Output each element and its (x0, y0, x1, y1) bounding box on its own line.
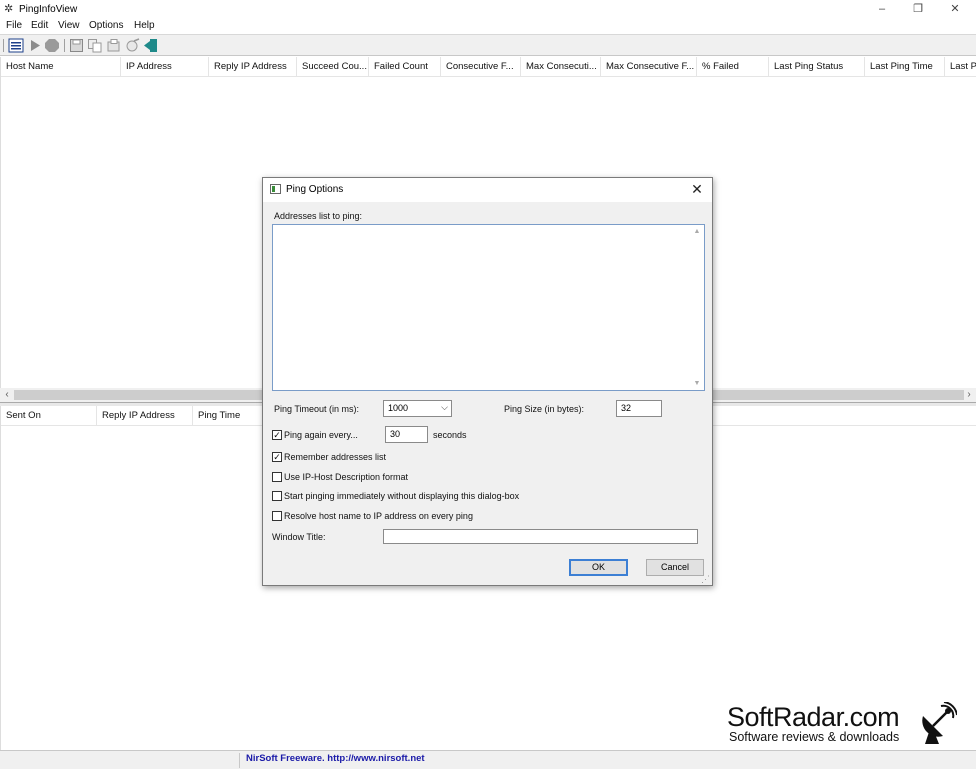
start-immediately-label: Start pinging immediately without displa… (284, 491, 520, 501)
html-report-icon[interactable] (106, 38, 122, 53)
checkmark-icon: ✓ (273, 452, 281, 462)
menu-file[interactable]: File (6, 20, 22, 31)
chevron-down-icon: ⌵ (441, 402, 448, 412)
window-title-field[interactable] (383, 529, 698, 544)
properties-icon[interactable] (8, 38, 24, 53)
timeout-value: 1000 (388, 403, 409, 413)
scroll-right-icon[interactable]: › (962, 388, 976, 402)
ping-again-label: Ping again every... (284, 430, 358, 440)
addresses-label: Addresses list to ping: (274, 211, 363, 221)
iphost-label: Use IP-Host Description format (284, 472, 409, 482)
ping-icon[interactable] (125, 38, 141, 53)
satellite-dish-icon (922, 702, 957, 744)
resize-grip-icon[interactable]: ⋰ (701, 574, 711, 584)
remember-checkbox[interactable]: ✓ (272, 452, 282, 462)
timeout-label: Ping Timeout (in ms): (274, 404, 360, 414)
column-sent-on[interactable]: Sent On (1, 406, 97, 425)
timeout-select[interactable]: 1000 ⌵ (383, 400, 452, 417)
copy-icon[interactable] (87, 38, 103, 53)
cancel-button[interactable]: Cancel (646, 559, 704, 576)
column-last-ping-status[interactable]: Last Ping Status (769, 57, 865, 76)
status-cell (0, 753, 240, 768)
watermark-name: SoftRadar.com (727, 702, 900, 732)
results-column-header: Host Name IP Address Reply IP Address Su… (1, 57, 976, 77)
dialog-title: Ping Options (286, 184, 344, 195)
ping-again-checkbox[interactable]: ✓ (272, 430, 282, 440)
column-ip-address[interactable]: IP Address (121, 57, 209, 76)
column-reply-ip-address[interactable]: Reply IP Address (209, 57, 297, 76)
dialog-close-icon[interactable]: ✕ (688, 180, 706, 198)
window-title-label: Window Title: (272, 532, 326, 542)
restore-button[interactable]: ❐ (910, 2, 926, 16)
toolbar (0, 34, 976, 56)
toolbar-separator (64, 39, 65, 52)
resolve-host-checkbox[interactable] (272, 511, 282, 521)
column-max-consecutive-failed[interactable]: Max Consecutive F... (601, 57, 697, 76)
column-last-ping-time[interactable]: Last Ping Time (865, 57, 945, 76)
column-host-name[interactable]: Host Name (1, 57, 121, 76)
ping-again-field[interactable]: 30 (385, 426, 428, 443)
resolve-host-label: Resolve host name to IP address on every… (284, 511, 473, 521)
remember-label: Remember addresses list (284, 452, 387, 462)
dialog-title-bar: Ping Options ✕ (263, 178, 712, 202)
title-bar: ✲ PingInfoView – ❐ ✕ (0, 0, 976, 19)
ping-options-dialog: Ping Options ✕ Addresses list to ping: ▲… (262, 177, 713, 586)
textarea-scrollbar[interactable]: ▲ ▼ (690, 225, 704, 390)
save-icon[interactable] (69, 38, 85, 53)
network-tools-icon: ✲ (4, 3, 14, 15)
exit-icon[interactable] (143, 38, 159, 53)
column-consecutive-failed[interactable]: Consecutive F... (441, 57, 521, 76)
watermark-tagline: Software reviews & downloads (729, 730, 900, 744)
status-bar: NirSoft Freeware. http://www.nirsoft.net (0, 750, 976, 769)
column-max-consecutive[interactable]: Max Consecuti... (521, 57, 601, 76)
iphost-checkbox[interactable] (272, 472, 282, 482)
start-immediately-checkbox[interactable] (272, 491, 282, 501)
window-title: PingInfoView (19, 4, 78, 15)
column-ping-time[interactable]: Ping Time (193, 406, 273, 425)
toolbar-separator (3, 39, 4, 52)
ok-button[interactable]: OK (569, 559, 628, 576)
addresses-textarea[interactable]: ▲ ▼ (272, 224, 705, 391)
menu-options[interactable]: Options (89, 20, 123, 31)
column-failed-count[interactable]: Failed Count (369, 57, 441, 76)
scroll-up-icon[interactable]: ▲ (690, 228, 704, 235)
scroll-down-icon[interactable]: ▼ (690, 380, 704, 387)
menu-bar: File Edit View Options Help (0, 19, 976, 34)
stop-icon[interactable] (44, 38, 60, 53)
watermark: SoftRadar.com Software reviews & downloa… (727, 702, 963, 746)
menu-view[interactable]: View (58, 20, 80, 31)
close-button[interactable]: ✕ (947, 2, 963, 16)
column-percent-failed[interactable]: % Failed (697, 57, 769, 76)
column-succeed-count[interactable]: Succeed Cou... (297, 57, 369, 76)
start-icon[interactable] (27, 38, 43, 53)
size-label: Ping Size (in bytes): (504, 404, 585, 414)
minimize-button[interactable]: – (874, 2, 890, 16)
nirsoft-link[interactable]: NirSoft Freeware. http://www.nirsoft.net (246, 753, 425, 764)
column-history-reply-ip[interactable]: Reply IP Address (97, 406, 193, 425)
size-field[interactable]: 32 (616, 400, 662, 417)
dialog-app-icon (270, 184, 281, 194)
seconds-label: seconds (433, 430, 467, 440)
menu-help[interactable]: Help (134, 20, 155, 31)
menu-edit[interactable]: Edit (31, 20, 48, 31)
checkmark-icon: ✓ (273, 430, 281, 440)
scroll-left-icon[interactable]: ‹ (0, 388, 14, 402)
column-last-p[interactable]: Last P (945, 57, 976, 76)
